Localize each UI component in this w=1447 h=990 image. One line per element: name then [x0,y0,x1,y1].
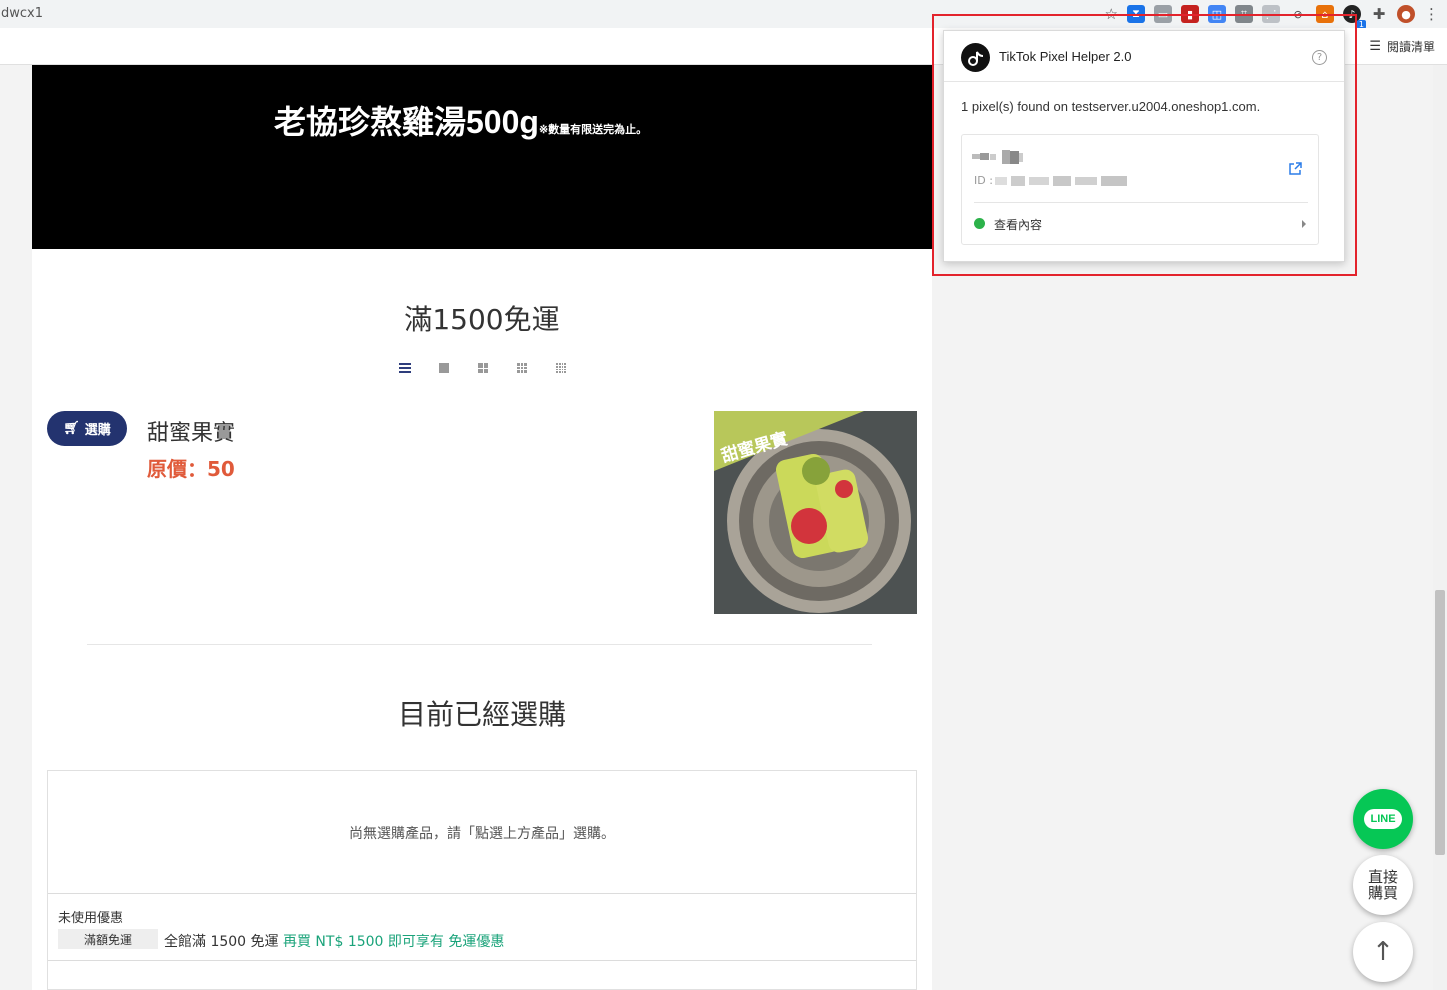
view-mode-switcher [398,361,568,375]
buy-label: 選購 [84,423,111,438]
pixels-found-text: 1 pixel(s) found on testserver.u2004.one… [961,99,1261,114]
check-circle-icon [974,218,985,229]
line-icon: LINE [1364,809,1402,829]
coupon-heading: 未使用優惠 [58,911,124,926]
eye-off-icon[interactable]: ⊘ [1289,5,1307,23]
line-label: LINE [1370,813,1396,825]
banner-title-text: 老協珍熬雞湯500g [274,104,539,140]
network-ext-icon[interactable]: ⋰ [1262,5,1280,23]
pixel-card: ID : 查看內容 [961,134,1319,245]
tiktok-pixel-helper-popup: TikTok Pixel Helper 2.0 ? 1 pixel(s) fou… [943,30,1345,262]
reading-list-label: 閱讀清單 [1386,40,1435,54]
reading-list-button[interactable]: ☰ 閱讀清單 [1369,38,1435,55]
hourglass-ext-icon[interactable]: ⧗ [1127,5,1145,23]
buy-now-line2: 購買 [1367,884,1398,902]
scroll-top-button[interactable]: ↑ [1353,922,1413,982]
more-menu-icon[interactable]: ⋮ [1424,5,1439,23]
buy-now-button[interactable]: 直接 購買 [1353,855,1413,915]
coupon-tag: 滿額免運 [58,929,158,949]
cart-icon: 🛒︎ [63,421,80,436]
single-grid-icon[interactable] [437,361,451,375]
pixel-id-label: ID : [974,174,993,187]
section-divider [87,644,872,645]
section-title: 滿1500免運 [404,303,560,336]
avatar[interactable]: ● [1397,5,1415,23]
popup-title: TikTok Pixel Helper 2.0 [999,49,1132,64]
star-icon[interactable]: ☆ [1105,5,1118,23]
chevron-right-icon [1302,220,1306,228]
grid-3-icon[interactable] [515,361,529,375]
external-link-icon[interactable] [1288,161,1302,175]
product-image[interactable]: 甜蜜果實 [714,411,917,614]
event-row-view-content[interactable]: 查看內容 [974,215,1308,233]
pdf-ext-icon[interactable]: ▮ [1181,5,1199,23]
window-ext-icon[interactable]: ▭ [1154,5,1172,23]
pixel-id-redacted [995,173,1129,187]
event-label: 查看內容 [994,218,1043,232]
list-view-icon[interactable] [398,361,412,375]
translate-ext-icon[interactable]: ◫ [1208,5,1226,23]
cart-title: 目前已經選購 [397,698,566,731]
coupon-desc-text: 全館滿 1500 免運 [164,934,279,950]
banner-title: 老協珍熬雞湯500g※數量有限送完為止。 [274,97,647,143]
select-buy-button[interactable]: 🛒︎ 選購 [47,411,127,446]
page-content: 老協珍熬雞湯500g※數量有限送完為止。 滿1500免運 🛒︎ 選購 甜蜜果實 … [32,65,932,990]
browser-toolbar: dwcx1 ☆ ⧗ ▭ ▮ ◫ ⌗ ⋰ ⊘ ⌂ ♪ 1 ✚ ● ⋮ [0,0,1447,29]
grid-2-icon[interactable] [476,361,490,375]
list-icon: ☰ [1369,39,1381,54]
puzzle-icon[interactable]: ✚ [1370,5,1388,23]
cart-divider-2 [48,960,916,961]
coupon-description: 全館滿 1500 免運 再買 NT$ 1500 即可享有 免運優惠 [164,931,504,951]
product-name[interactable]: 甜蜜果實 [147,415,235,447]
line-button[interactable]: LINE [1353,789,1413,849]
product-price: 原價：50 [147,457,235,481]
tiktok-logo-icon [961,43,990,72]
popup-header: TikTok Pixel Helper 2.0 ? [944,31,1344,82]
promo-banner: 老協珍熬雞湯500g※數量有限送完為止。 [32,65,932,249]
lock-ext-icon[interactable]: ⌂ [1316,5,1334,23]
scrollbar[interactable] [1433,65,1447,990]
cart-divider [48,893,916,894]
coupon-highlight: 再買 NT$ 1500 即可享有 免運優惠 [282,934,505,950]
scroll-thumb[interactable] [1435,590,1445,855]
banner-note: ※數量有限送完為止。 [538,124,648,136]
extensions-bar: ☆ ⧗ ▭ ▮ ◫ ⌗ ⋰ ⊘ ⌂ ♪ 1 ✚ ● ⋮ [1105,3,1439,29]
help-icon[interactable]: ? [1312,50,1327,65]
grid-4-icon[interactable] [554,361,568,375]
cart-box: 尚無選購產品，請「點選上方產品」選購。 未使用優惠 滿額免運 全館滿 1500 … [47,770,917,990]
buy-now-line1: 直接 [1367,868,1398,886]
tiktok-pixel-ext-icon[interactable]: ♪ 1 [1343,5,1366,29]
pixel-name-redacted [972,149,1026,166]
code-ext-icon[interactable]: ⌗ [1235,5,1253,23]
arrow-up-icon: ↑ [1372,937,1394,967]
tab-title[interactable]: dwcx1 [1,6,43,21]
card-divider [974,202,1308,203]
cart-empty-text: 尚無選購產品，請「點選上方產品」選購。 [349,826,615,842]
